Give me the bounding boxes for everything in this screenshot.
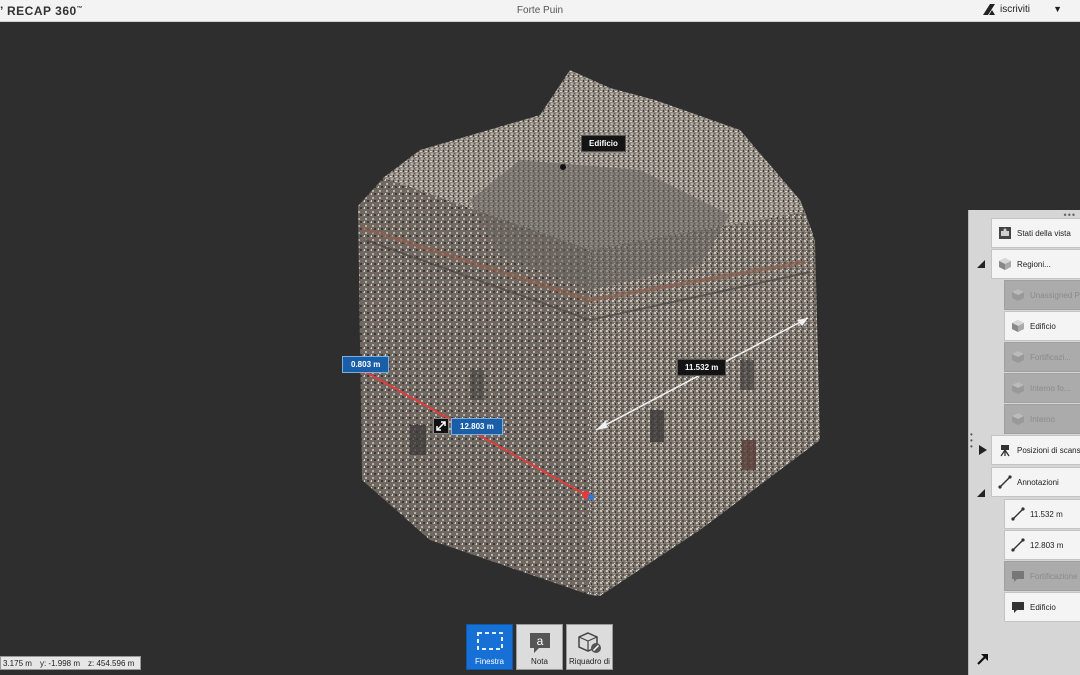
y-unit: m bbox=[73, 658, 80, 668]
scan-camera-icon bbox=[998, 443, 1012, 457]
panel-item-label: Posizioni di scansione bbox=[1017, 445, 1080, 455]
cube-icon bbox=[998, 257, 1012, 271]
panel-item-view-states[interactable]: Stati della vista bbox=[991, 218, 1080, 248]
region-tag-label[interactable]: Edificio bbox=[581, 135, 626, 152]
camera-view-icon bbox=[998, 226, 1012, 240]
panel-item-label: Edificio bbox=[1030, 321, 1056, 331]
x-unit: m bbox=[25, 658, 32, 668]
project-panel: ••• Stati della vista Regioni... Unassig… bbox=[968, 210, 1080, 675]
account-button[interactable]: iscriviti bbox=[982, 3, 1030, 16]
expand-arrow-icon[interactable] bbox=[976, 652, 990, 671]
region-item-interno[interactable]: Interno bbox=[1004, 404, 1080, 434]
box-edit-icon bbox=[577, 632, 601, 653]
annotation-item-note-fortificazione[interactable]: Fortificazione bbox=[1004, 561, 1080, 591]
panel-item-label: Interno fo... bbox=[1030, 383, 1071, 393]
coordinates-readout: 3.175 m y: -1.998 m z: 454.596 m bbox=[0, 656, 142, 670]
panel-item-label: 12.803 m bbox=[1030, 540, 1064, 550]
window-select-tool[interactable]: Finestra bbox=[466, 624, 513, 670]
cube-icon bbox=[1011, 412, 1025, 426]
annotation-item-measure-1[interactable]: 11.532 m bbox=[1004, 499, 1080, 529]
panel-item-label: Fortificazi... bbox=[1030, 352, 1071, 362]
note-icon: a bbox=[529, 633, 550, 653]
region-item-unassigned[interactable]: Unassigned Points bbox=[1004, 280, 1080, 310]
panel-item-scan-positions[interactable]: Posizioni di scansione bbox=[991, 435, 1080, 465]
cube-icon bbox=[1011, 381, 1025, 395]
panel-item-annotations[interactable]: Annotazioni bbox=[991, 467, 1080, 497]
autodesk-logo-icon bbox=[983, 4, 995, 15]
box-tool[interactable]: Riquadro di bbox=[566, 624, 613, 670]
title-bar: ’ RECAP 360™ Forte Puin iscriviti ▼ bbox=[0, 0, 1080, 22]
panel-item-label: Stati della vista bbox=[1017, 228, 1071, 238]
cube-icon bbox=[1011, 350, 1025, 364]
note-tool[interactable]: a Nota bbox=[516, 624, 563, 670]
note-bubble-icon bbox=[1011, 600, 1025, 614]
panel-resize-handle[interactable]: • • • bbox=[970, 431, 973, 451]
document-title: Forte Puin bbox=[516, 5, 564, 16]
region-item-fortificazione[interactable]: Fortificazi... bbox=[1004, 342, 1080, 372]
y-value: -1.998 bbox=[48, 658, 72, 668]
selection-window-icon bbox=[476, 632, 503, 650]
measure-line-icon bbox=[1011, 538, 1025, 552]
panel-item-label: Unassigned Points bbox=[1030, 290, 1080, 300]
region-item-interno-fo[interactable]: Interno fo... bbox=[1004, 373, 1080, 403]
resize-measure-icon[interactable] bbox=[433, 418, 449, 434]
y-label: y: bbox=[39, 658, 47, 668]
panel-item-regions[interactable]: Regioni... bbox=[991, 249, 1080, 279]
svg-text:a: a bbox=[536, 634, 543, 648]
panel-item-label: Regioni... bbox=[1017, 259, 1051, 269]
tool-label: Nota bbox=[531, 657, 548, 666]
z-value: 454.596 bbox=[96, 658, 126, 668]
cube-icon bbox=[1011, 288, 1025, 302]
annotation-item-note-edificio[interactable]: Edificio bbox=[1004, 592, 1080, 622]
panel-item-label: Fortificazione bbox=[1030, 571, 1078, 581]
chevron-down-icon[interactable]: ▼ bbox=[1053, 4, 1062, 14]
measurement-label-1[interactable]: 11.532 m bbox=[677, 359, 727, 376]
point-cloud-viewport[interactable]: Edificio 11.532 m 12.803 m 0.803 m bbox=[0, 22, 1080, 675]
cube-icon bbox=[1011, 319, 1025, 333]
tool-label: Riquadro di bbox=[569, 657, 610, 666]
note-bubble-icon bbox=[1011, 569, 1025, 583]
z-label: z: bbox=[88, 658, 95, 668]
panel-item-label: 11.532 m bbox=[1030, 509, 1063, 519]
panel-item-label: Annotazioni bbox=[1017, 477, 1059, 487]
tool-label: Finestra bbox=[475, 657, 504, 666]
measurement-label-3[interactable]: 0.803 m bbox=[342, 356, 390, 373]
panel-item-label: Interno bbox=[1030, 414, 1055, 424]
x-value: 3.175 bbox=[3, 658, 24, 668]
panel-item-label: Edificio bbox=[1030, 602, 1056, 612]
measure-line-icon bbox=[998, 475, 1012, 489]
expand-triangle-icon[interactable] bbox=[979, 445, 987, 455]
z-unit: m bbox=[127, 658, 135, 668]
measurement-label-2[interactable]: 12.803 m bbox=[451, 418, 503, 435]
region-item-edificio[interactable]: Edificio bbox=[1004, 311, 1080, 341]
measure-line-icon bbox=[1011, 507, 1025, 521]
account-label: iscriviti bbox=[1000, 4, 1030, 15]
collapse-triangle-icon[interactable] bbox=[977, 260, 985, 268]
annotation-item-measure-2[interactable]: 12.803 m bbox=[1004, 530, 1080, 560]
collapse-triangle-icon[interactable] bbox=[977, 489, 985, 497]
point-cloud-model bbox=[358, 70, 820, 596]
